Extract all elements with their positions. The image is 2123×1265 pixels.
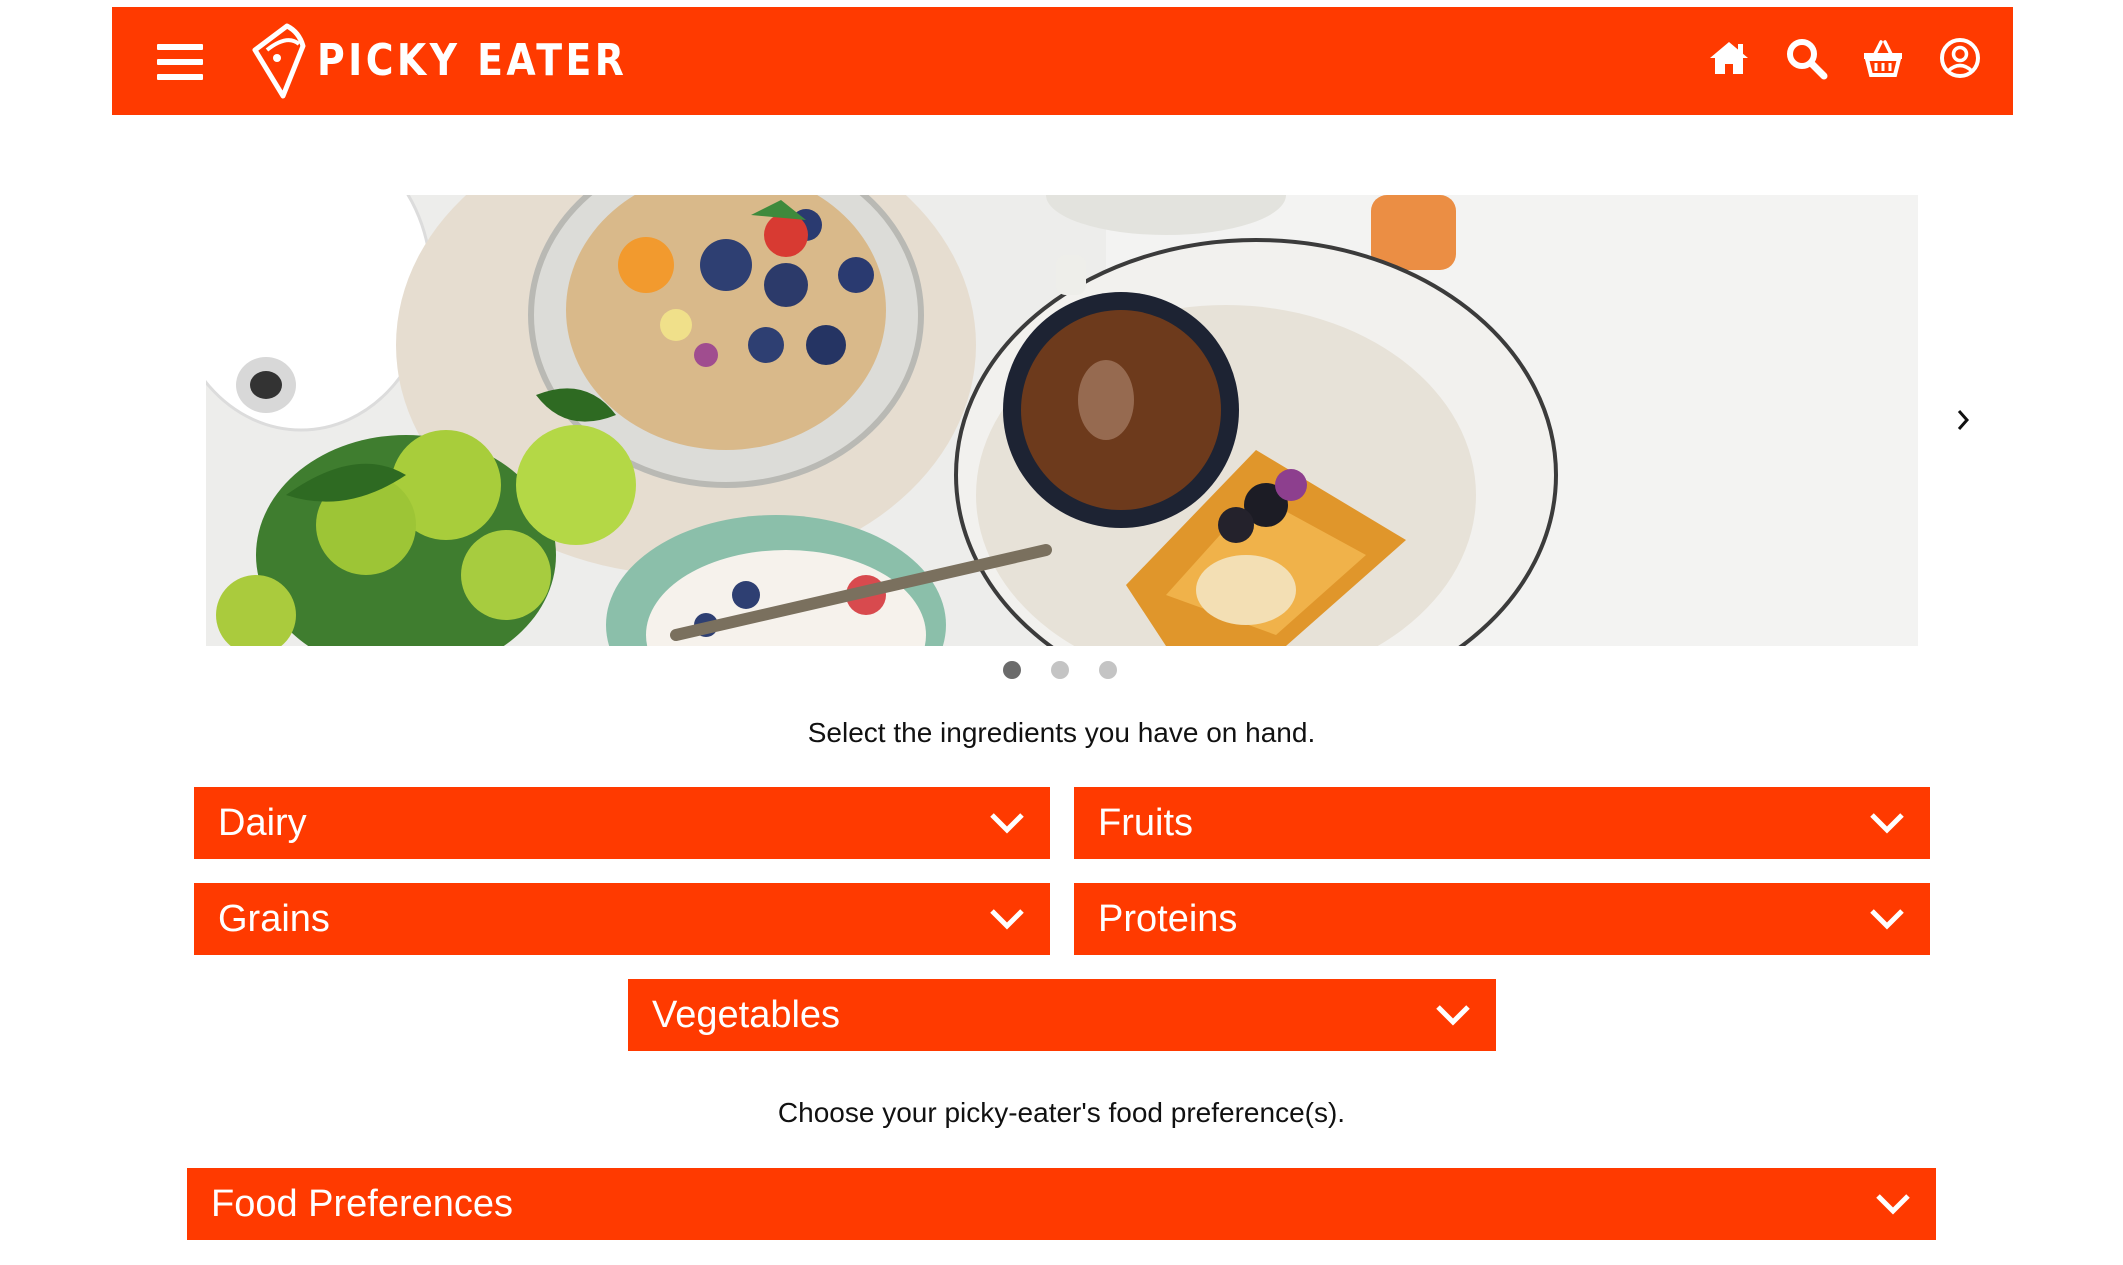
brand-logo[interactable]: PICKY EATER	[247, 20, 678, 102]
dropdown-dairy[interactable]: Dairy	[194, 787, 1050, 859]
dropdown-fruits[interactable]: Fruits	[1074, 787, 1930, 859]
dropdown-vegetables[interactable]: Vegetables	[628, 979, 1496, 1051]
carousel-dot-1[interactable]	[1003, 661, 1021, 679]
chevron-down-icon	[990, 909, 1024, 930]
chevron-down-icon	[1870, 909, 1904, 930]
hero-carousel-image	[206, 195, 1918, 646]
dropdown-label: Food Preferences	[211, 1182, 514, 1225]
dropdown-label: Dairy	[218, 801, 307, 844]
top-navbar: PICKY EATER	[112, 7, 2013, 115]
basket-icon[interactable]	[1860, 35, 1906, 81]
dropdown-label: Vegetables	[652, 993, 841, 1036]
chevron-right-icon	[1957, 410, 1970, 430]
dropdown-grains[interactable]: Grains	[194, 883, 1050, 955]
dropdown-label: Fruits	[1098, 801, 1193, 844]
chevron-down-icon	[1436, 1005, 1470, 1026]
carousel-indicators	[1003, 661, 1117, 679]
dropdown-proteins[interactable]: Proteins	[1074, 883, 1930, 955]
dropdown-food-preferences[interactable]: Food Preferences	[187, 1168, 1936, 1240]
chevron-down-icon	[1876, 1194, 1910, 1215]
ingredients-prompt: Select the ingredients you have on hand.	[807, 717, 1316, 748]
dropdown-label: Proteins	[1098, 897, 1238, 940]
chevron-down-icon	[990, 813, 1024, 834]
menu-icon[interactable]	[157, 44, 203, 80]
chevron-down-icon	[1870, 813, 1904, 834]
carousel-dot-3[interactable]	[1099, 661, 1117, 679]
dropdown-label: Grains	[218, 897, 330, 940]
home-icon[interactable]	[1706, 35, 1752, 81]
search-icon[interactable]	[1783, 35, 1829, 81]
carousel-dot-2[interactable]	[1051, 661, 1069, 679]
preferences-prompt: Choose your picky-eater's food preferenc…	[777, 1097, 1346, 1128]
carousel-next-button[interactable]	[1948, 400, 1978, 440]
pizza-slice-logo-icon	[252, 23, 306, 99]
account-icon[interactable]	[1937, 35, 1983, 81]
brand-name: PICKY EATER	[317, 35, 628, 86]
